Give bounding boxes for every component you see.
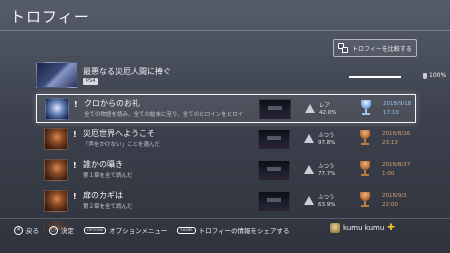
earned-time: 22:00 [382, 202, 398, 208]
trophy-thumbnail [44, 190, 68, 212]
game-title: 最悪なる災厄人間に捧ぐ [83, 67, 171, 76]
rarity-label: レア [319, 103, 331, 109]
earned-time: 1:00 [382, 171, 395, 177]
trophy-screenshot [258, 160, 290, 180]
earned-date: 2018/8/26 [382, 131, 411, 137]
trophy-grade-icon [359, 130, 371, 146]
trophy-row[interactable]: ! クロからのお礼 全ての物語を読み、全ての結末に至り、全てのヒロインをヒロイ … [36, 94, 416, 123]
share-label: トロフィーの情報をシェアする [198, 227, 290, 235]
user-profile[interactable]: kumu kumu ✚ [330, 223, 395, 233]
compare-icon [338, 43, 348, 53]
cross-button-icon: ✕ [14, 225, 23, 235]
trophy-grade-icon [360, 100, 372, 116]
trophy-name: クロからのお礼 [84, 99, 140, 108]
hidden-trophy-icon: ! [73, 161, 77, 170]
trophy-name: 誰かの囁き [83, 160, 123, 169]
trophy-screenshot [258, 129, 290, 149]
trophy-row[interactable]: ! 災厄世界へようこそ 「声をかけない」ことを選んだ ふつう 97.8% 201… [36, 125, 416, 154]
earned-date: 2018/9/3 [382, 193, 407, 199]
trophy-description: 全ての物語を読み、全ての結末に至り、全てのヒロインをヒロイ [84, 112, 244, 118]
options-label: オプションメニュー [109, 227, 168, 235]
back-button[interactable]: ✕ 戻る [14, 225, 39, 235]
trophy-grade-icon [359, 161, 371, 177]
trophy-thumbnail [44, 159, 68, 181]
circle-button-icon: ○ [49, 225, 58, 235]
ps-plus-icon: ✚ [387, 223, 395, 233]
trophy-description: 「声をかけない」ことを選んだ [83, 142, 161, 148]
trophy-description: 第１章を全て読んだ [83, 173, 133, 179]
game-progress-bar [349, 76, 401, 78]
rarity-percent: 63.9% [318, 202, 336, 208]
share-button[interactable]: SHARE トロフィーの情報をシェアする [177, 225, 289, 235]
game-percent: 100% [423, 72, 446, 79]
rarity-icon [304, 196, 314, 205]
page-title: トロフィー [10, 8, 90, 26]
share-key-icon: SHARE [177, 226, 196, 234]
trophy-row[interactable]: ! 誰かの囁き 第１章を全て読んだ ふつう 77.7% 2018/8/27 1:… [36, 156, 416, 185]
game-progress-fill [349, 76, 401, 78]
rarity-icon [305, 104, 315, 113]
trophy-list: ! クロからのお礼 全ての物語を読み、全ての結末に至り、全てのヒロインをヒロイ … [36, 94, 416, 232]
rarity-icon [304, 134, 314, 143]
trophy-description: 第２章を全て読んだ [83, 204, 133, 210]
back-label: 戻る [26, 227, 39, 235]
hidden-trophy-icon: ! [73, 192, 77, 201]
options-button[interactable]: OPTIONS オプションメニュー [84, 225, 167, 235]
trophy-thumbnail [44, 128, 68, 150]
game-thumbnail [36, 62, 78, 88]
trophy-screenshot [258, 191, 290, 211]
hidden-trophy-icon: ! [73, 130, 77, 139]
options-key-icon: OPTIONS [84, 226, 107, 234]
trophy-name: 扉のカギは [83, 191, 123, 200]
hidden-trophy-icon: ! [74, 100, 78, 109]
platform-badge: PS4 [83, 78, 99, 85]
rarity-percent: 42.0% [319, 110, 337, 116]
trophy-icon [423, 72, 427, 79]
earned-date: 2018/9/18 [383, 101, 412, 107]
rarity-label: ふつう [318, 164, 335, 170]
footer-divider [0, 218, 450, 219]
compare-button-label: トロフィーを比較する [352, 45, 412, 53]
earned-date: 2018/8/27 [382, 162, 411, 168]
trophy-name: 災厄世界へようこそ [83, 129, 155, 138]
rarity-percent: 77.7% [318, 171, 336, 177]
rarity-label: ふつう [318, 133, 335, 139]
trophy-thumbnail [45, 98, 69, 120]
game-percent-label: 100% [429, 72, 447, 79]
rarity-percent: 97.8% [318, 140, 336, 146]
earned-time: 23:13 [382, 140, 398, 146]
header-divider [0, 30, 450, 31]
rarity-icon [304, 165, 314, 174]
rarity-label: ふつう [318, 195, 335, 201]
username: kumu kumu [343, 224, 385, 232]
compare-trophies-button[interactable]: トロフィーを比較する [333, 39, 417, 57]
confirm-label: 決定 [61, 227, 74, 235]
avatar [330, 223, 340, 233]
trophy-screenshot [259, 99, 291, 119]
earned-time: 17:10 [383, 110, 399, 116]
confirm-button[interactable]: ○ 決定 [49, 225, 74, 235]
game-header: 最悪なる災厄人間に捧ぐ PS4 100% [36, 62, 446, 88]
trophy-row[interactable]: ! 扉のカギは 第２章を全て読んだ ふつう 63.9% 2018/9/3 22:… [36, 187, 416, 216]
trophy-grade-icon [359, 192, 371, 208]
